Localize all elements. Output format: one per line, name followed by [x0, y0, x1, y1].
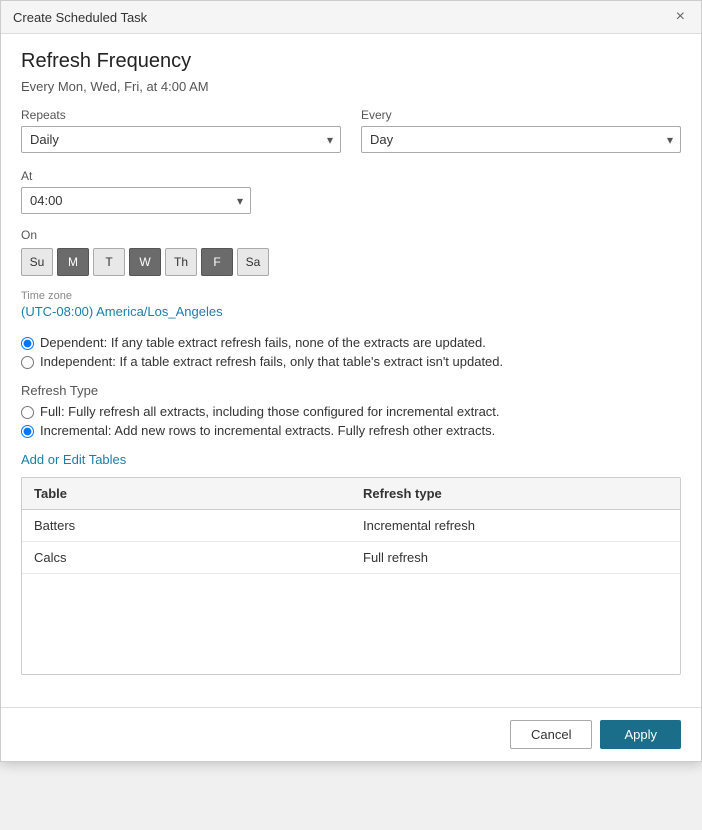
- independent-radio-item[interactable]: Independent: If a table extract refresh …: [21, 354, 681, 369]
- at-select[interactable]: 04:00 05:00 06:00 12:00: [21, 187, 251, 214]
- dependency-radio-group: Dependent: If any table extract refresh …: [21, 335, 681, 369]
- repeats-select-wrapper[interactable]: Daily Weekly Monthly: [21, 126, 341, 153]
- table-name-cell: Calcs: [22, 542, 351, 574]
- repeats-label: Repeats: [21, 108, 341, 122]
- table-row: Batters Incremental refresh: [22, 510, 680, 542]
- day-btn-sa[interactable]: Sa: [237, 248, 269, 276]
- incremental-refresh-label: Incremental: Add new rows to incremental…: [40, 423, 495, 438]
- day-btn-w[interactable]: W: [129, 248, 161, 276]
- day-btn-f[interactable]: F: [201, 248, 233, 276]
- table-header-row: Table Refresh type: [22, 478, 680, 510]
- on-label: On: [21, 228, 681, 242]
- full-refresh-radio-item[interactable]: Full: Fully refresh all extracts, includ…: [21, 404, 681, 419]
- modal-title: Create Scheduled Task: [13, 10, 147, 25]
- day-buttons: Su M T W Th F Sa: [21, 248, 681, 276]
- timezone-label: Time zone: [21, 290, 681, 302]
- refresh-type-label: Refresh Type: [21, 383, 681, 398]
- dependent-radio-item[interactable]: Dependent: If any table extract refresh …: [21, 335, 681, 350]
- modal-header: Create Scheduled Task ×: [1, 1, 701, 34]
- day-btn-th[interactable]: Th: [165, 248, 197, 276]
- timezone-link[interactable]: (UTC-08:00) America/Los_Angeles: [21, 304, 223, 319]
- add-edit-tables-link[interactable]: Add or Edit Tables: [21, 452, 126, 467]
- at-field-group: At 04:00 05:00 06:00 12:00: [21, 169, 251, 214]
- independent-radio[interactable]: [21, 356, 34, 369]
- modal-footer: Cancel Apply: [1, 707, 701, 761]
- col-table-header: Table: [22, 478, 351, 510]
- dependent-label: Dependent: If any table extract refresh …: [40, 335, 486, 350]
- repeats-field-group: Repeats Daily Weekly Monthly: [21, 108, 341, 153]
- every-field-group: Every Day 2 Days 3 Days: [361, 108, 681, 153]
- incremental-refresh-radio-item[interactable]: Incremental: Add new rows to incremental…: [21, 423, 681, 438]
- refresh-type-radio-group: Full: Fully refresh all extracts, includ…: [21, 404, 681, 438]
- cancel-button[interactable]: Cancel: [510, 720, 592, 749]
- tables-container: Table Refresh type Batters Incremental r…: [21, 477, 681, 675]
- dependent-radio[interactable]: [21, 337, 34, 350]
- table-row: Calcs Full refresh: [22, 542, 680, 574]
- create-scheduled-task-modal: Create Scheduled Task × Refresh Frequenc…: [0, 0, 702, 762]
- every-label: Every: [361, 108, 681, 122]
- day-btn-su[interactable]: Su: [21, 248, 53, 276]
- independent-label: Independent: If a table extract refresh …: [40, 354, 503, 369]
- at-row: At 04:00 05:00 06:00 12:00: [21, 169, 681, 214]
- incremental-refresh-radio[interactable]: [21, 425, 34, 438]
- repeats-select[interactable]: Daily Weekly Monthly: [21, 126, 341, 153]
- section-title: Refresh Frequency: [21, 50, 681, 73]
- modal-body: Refresh Frequency Every Mon, Wed, Fri, a…: [1, 34, 701, 707]
- col-refresh-header: Refresh type: [351, 478, 680, 510]
- table-body: Batters Incremental refresh Calcs Full r…: [22, 510, 680, 674]
- full-refresh-label: Full: Fully refresh all extracts, includ…: [40, 404, 500, 419]
- every-select-wrapper[interactable]: Day 2 Days 3 Days: [361, 126, 681, 153]
- on-section: On Su M T W Th F Sa: [21, 228, 681, 276]
- apply-button[interactable]: Apply: [600, 720, 681, 749]
- at-select-wrapper[interactable]: 04:00 05:00 06:00 12:00: [21, 187, 251, 214]
- full-refresh-radio[interactable]: [21, 406, 34, 419]
- at-label: At: [21, 169, 251, 183]
- refresh-type-cell: Full refresh: [351, 542, 680, 574]
- day-btn-t[interactable]: T: [93, 248, 125, 276]
- day-btn-m[interactable]: M: [57, 248, 89, 276]
- tables-data-table: Table Refresh type Batters Incremental r…: [22, 478, 680, 674]
- timezone-section: Time zone (UTC-08:00) America/Los_Angele…: [21, 290, 681, 319]
- table-name-cell: Batters: [22, 510, 351, 542]
- every-select[interactable]: Day 2 Days 3 Days: [361, 126, 681, 153]
- refresh-type-cell: Incremental refresh: [351, 510, 680, 542]
- repeats-every-row: Repeats Daily Weekly Monthly Every Day 2…: [21, 108, 681, 153]
- refresh-type-section: Refresh Type Full: Fully refresh all ext…: [21, 383, 681, 438]
- schedule-summary: Every Mon, Wed, Fri, at 4:00 AM: [21, 79, 681, 94]
- empty-row: [22, 574, 680, 674]
- close-button[interactable]: ×: [672, 7, 689, 27]
